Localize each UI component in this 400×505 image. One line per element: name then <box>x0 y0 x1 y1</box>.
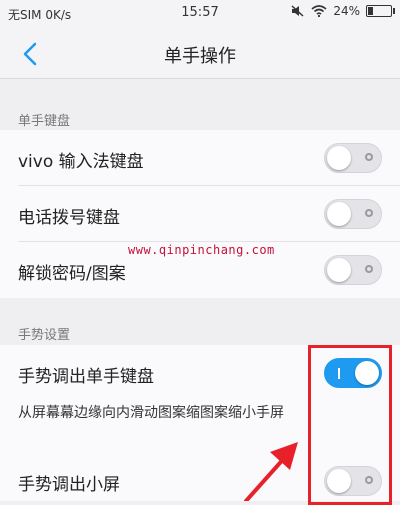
mute-icon <box>291 5 304 17</box>
highlight-box <box>308 345 392 505</box>
toggle-off-icon <box>365 209 373 217</box>
title-bar: 单手操作 <box>0 28 400 79</box>
page-title: 单手操作 <box>164 46 236 67</box>
setting-label: 手势调出单手键盘 <box>18 367 154 387</box>
toggle-knob <box>327 202 351 226</box>
wifi-icon <box>311 5 327 17</box>
setting-label: vivo 输入法键盘 <box>18 152 144 172</box>
battery-icon <box>366 5 395 17</box>
status-icons: 24% <box>291 4 395 18</box>
toggle-knob <box>327 146 351 170</box>
setting-label: 解锁密码/图案 <box>18 264 126 284</box>
status-bar: 无SIM 0K/s 15:57 24% <box>0 0 400 28</box>
vivo-keyboard-toggle[interactable] <box>324 143 382 173</box>
battery-percent: 24% <box>333 4 360 18</box>
section-header-keyboard: 单手键盘 <box>18 114 71 129</box>
setting-label: 手势调出小屏 <box>18 475 120 495</box>
section-header-gesture: 手势设置 <box>18 328 71 343</box>
battery-level <box>368 7 374 15</box>
watermark-text: www.qinpinchang.com <box>128 243 275 257</box>
setting-label: 电话拨号键盘 <box>18 208 120 228</box>
gesture-description: 从屏幕幕边缘向内滑动图案缩图案缩小手屏 <box>18 405 284 421</box>
toggle-off-icon <box>365 153 373 161</box>
setting-row-dial-keyboard[interactable]: 电话拨号键盘 <box>0 186 400 242</box>
unlock-pattern-toggle[interactable] <box>324 255 382 285</box>
dial-keyboard-toggle[interactable] <box>324 199 382 229</box>
toggle-knob <box>327 258 351 282</box>
toggle-off-icon <box>365 265 373 273</box>
setting-row-vivo-keyboard[interactable]: vivo 输入法键盘 <box>0 130 400 186</box>
